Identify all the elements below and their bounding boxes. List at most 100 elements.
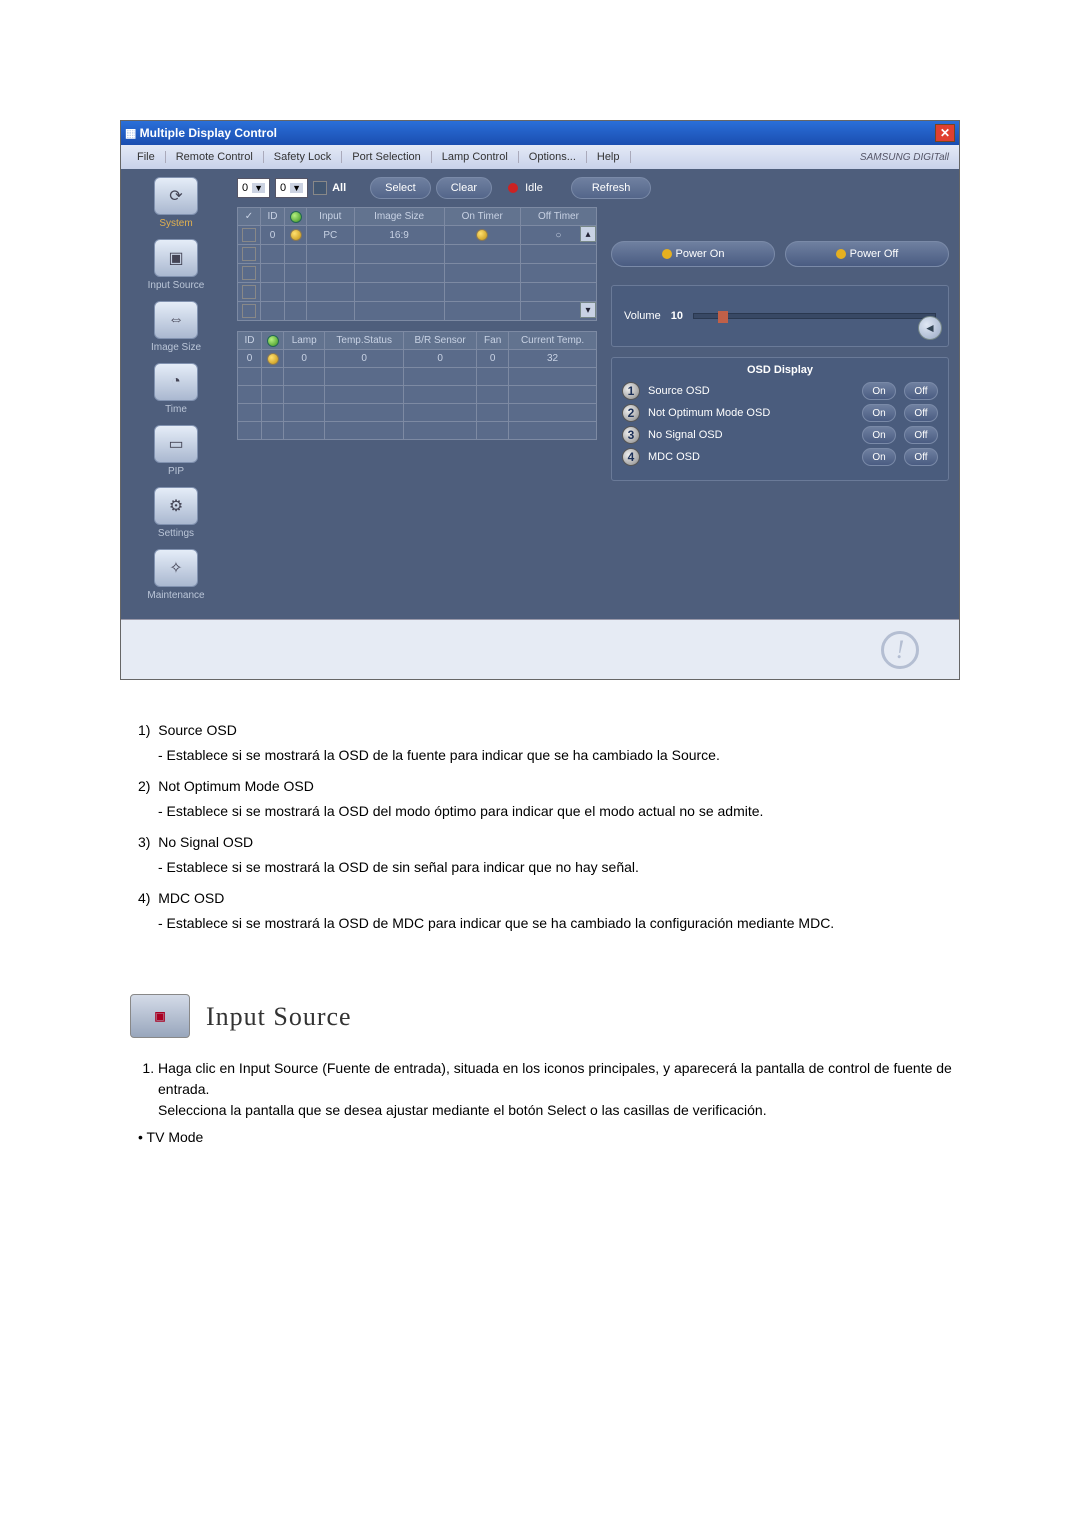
not-optimum-osd-off-button[interactable]: Off	[904, 404, 938, 422]
document-body: 1) Source OSD - Establece si se mostrará…	[100, 720, 980, 1148]
no-signal-osd-off-button[interactable]: Off	[904, 426, 938, 444]
power-off-button[interactable]: Power Off	[785, 241, 949, 267]
cell-id: 0	[261, 226, 285, 245]
left-column: ✓ ID Input Image Size On Timer Off Timer…	[237, 207, 597, 481]
osd-label: Not Optimum Mode OSD	[648, 407, 854, 419]
osd-label: No Signal OSD	[648, 429, 854, 441]
scroll-up-icon[interactable]: ▴	[580, 226, 596, 242]
badge-2-icon: 2	[622, 404, 640, 422]
scroll-down-icon[interactable]: ▾	[580, 302, 596, 318]
row-checkbox[interactable]	[242, 247, 256, 261]
col-check: ✓	[238, 208, 261, 226]
settings-icon: ⚙	[154, 487, 198, 525]
sidebar-settings[interactable]: ⚙ Settings	[125, 487, 227, 539]
table-row[interactable]: 0 PC 16:9 ○ ▴	[238, 226, 597, 245]
row-checkbox[interactable]	[242, 304, 256, 318]
power-on-dot-icon	[662, 249, 672, 259]
col-lamp: Lamp	[284, 332, 325, 350]
off-timer-icon: ○	[555, 230, 561, 241]
brand-label: SAMSUNG DIGITall	[856, 152, 953, 163]
select-button[interactable]: Select	[370, 177, 431, 199]
main-inner: ✓ ID Input Image Size On Timer Off Timer…	[237, 207, 949, 481]
display-grid-b: ID Lamp Temp.Status B/R Sensor Fan Curre…	[237, 331, 597, 440]
id-select-a[interactable]: 0 ▼	[237, 178, 270, 198]
osd-row-source: 1 Source OSD On Off	[622, 382, 938, 400]
image-size-icon: ⇔	[154, 301, 198, 339]
close-icon[interactable]: ✕	[935, 124, 955, 142]
mdc-osd-on-button[interactable]: On	[862, 448, 896, 466]
cell-image-size: 16:9	[354, 226, 444, 245]
menu-help[interactable]: Help	[587, 151, 631, 163]
input-source-thumb-icon: ▣	[130, 994, 190, 1038]
cell-current-temp: 32	[509, 350, 597, 368]
table-row	[238, 245, 597, 264]
sidebar-maintenance[interactable]: ✧ Maintenance	[125, 549, 227, 601]
col-input: Input	[307, 208, 355, 226]
status-led-icon	[290, 211, 302, 223]
menu-options[interactable]: Options...	[519, 151, 587, 163]
volume-value: 10	[671, 310, 683, 322]
osd-row-no-signal: 3 No Signal OSD On Off	[622, 426, 938, 444]
not-optimum-osd-on-button[interactable]: On	[862, 404, 896, 422]
speaker-icon[interactable]: ◄	[918, 316, 942, 340]
cell-id: 0	[238, 350, 262, 368]
volume-panel: Volume 10 ◄	[611, 285, 949, 347]
osd-label: MDC OSD	[648, 451, 854, 463]
power-on-button[interactable]: Power On	[611, 241, 775, 267]
sidebar-time[interactable]: ◔ Time	[125, 363, 227, 415]
source-osd-on-button[interactable]: On	[862, 382, 896, 400]
menu-remote-control[interactable]: Remote Control	[166, 151, 264, 163]
osd-row-not-optimum: 2 Not Optimum Mode OSD On Off	[622, 404, 938, 422]
doc-item-2: 2) Not Optimum Mode OSD	[138, 776, 980, 797]
row-checkbox[interactable]	[242, 285, 256, 299]
sidebar-pip[interactable]: ▭ PIP	[125, 425, 227, 477]
idle-dot-icon	[508, 183, 518, 193]
table-row	[238, 368, 597, 386]
table-row	[238, 404, 597, 422]
menu-port-selection[interactable]: Port Selection	[342, 151, 431, 163]
system-icon: ⟳	[154, 177, 198, 215]
row-checkbox[interactable]	[242, 228, 256, 242]
menu-file[interactable]: File	[127, 151, 166, 163]
col-status	[262, 332, 284, 350]
badge-4-icon: 4	[622, 448, 640, 466]
on-timer-led-icon	[476, 229, 488, 241]
table-row	[238, 422, 597, 440]
volume-label: Volume	[624, 310, 661, 322]
id-select-b[interactable]: 0 ▼	[275, 178, 308, 198]
sidebar-image-size[interactable]: ⇔ Image Size	[125, 301, 227, 353]
sidebar-input-source[interactable]: ▣ Input Source	[125, 239, 227, 291]
table-row	[238, 264, 597, 283]
refresh-button[interactable]: Refresh	[571, 177, 652, 199]
row-checkbox[interactable]	[242, 266, 256, 280]
row-led-icon	[290, 229, 302, 241]
info-icon: !	[881, 631, 919, 669]
sidebar-item-label: Image Size	[125, 342, 227, 353]
table-row	[238, 386, 597, 404]
power-row: Power On Power Off	[611, 241, 949, 267]
time-icon: ◔	[154, 363, 198, 401]
col-current-temp: Current Temp.	[509, 332, 597, 350]
sidebar-item-label: PIP	[125, 466, 227, 477]
menu-lamp-control[interactable]: Lamp Control	[432, 151, 519, 163]
col-image-size: Image Size	[354, 208, 444, 226]
col-temp-status: Temp.Status	[325, 332, 404, 350]
menu-safety-lock[interactable]: Safety Lock	[264, 151, 342, 163]
volume-slider[interactable]	[693, 313, 936, 319]
table-row	[238, 283, 597, 302]
table-row[interactable]: 0 0 0 0 0 32	[238, 350, 597, 368]
list-item: Haga clic en Input Source (Fuente de ent…	[158, 1058, 980, 1121]
volume-handle[interactable]	[718, 311, 728, 323]
doc-item-4: 4) MDC OSD	[138, 888, 980, 909]
osd-display-panel: OSD Display 1 Source OSD On Off 2 Not Op…	[611, 357, 949, 481]
mdc-osd-off-button[interactable]: Off	[904, 448, 938, 466]
no-signal-osd-on-button[interactable]: On	[862, 426, 896, 444]
clear-button[interactable]: Clear	[436, 177, 492, 199]
sidebar-system[interactable]: ⟳ System	[125, 177, 227, 229]
sidebar-item-label: Time	[125, 404, 227, 415]
col-id: ID	[238, 332, 262, 350]
source-osd-off-button[interactable]: Off	[904, 382, 938, 400]
right-column: Power On Power Off Volume 10 ◄	[597, 207, 949, 481]
all-checkbox[interactable]	[313, 181, 327, 195]
cell-temp-status: 0	[325, 350, 404, 368]
